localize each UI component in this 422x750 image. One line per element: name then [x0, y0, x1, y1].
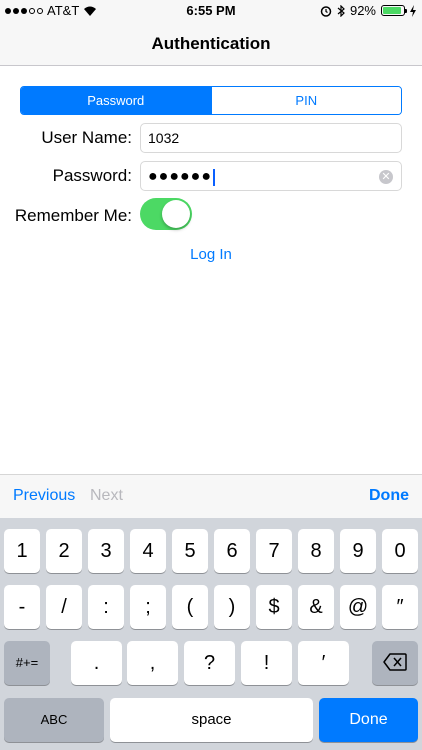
clear-text-icon[interactable]: ✕: [379, 170, 393, 184]
symbols-key[interactable]: #+=: [4, 641, 50, 685]
key-at[interactable]: @: [340, 585, 376, 629]
key-exclamation[interactable]: !: [241, 641, 292, 685]
key-5[interactable]: 5: [172, 529, 208, 573]
auth-mode-segmented-control: Password PIN: [20, 86, 402, 115]
key-close-paren[interactable]: ): [214, 585, 250, 629]
remember-me-label: Remember Me:: [14, 206, 132, 225]
nav-bar: Authentication: [0, 22, 422, 66]
key-open-paren[interactable]: (: [172, 585, 208, 629]
key-6[interactable]: 6: [214, 529, 250, 573]
space-key[interactable]: space: [110, 698, 313, 742]
key-4[interactable]: 4: [130, 529, 166, 573]
charging-bolt-icon: [410, 4, 416, 17]
key-ampersand[interactable]: &: [298, 585, 334, 629]
backspace-key[interactable]: [372, 641, 418, 685]
password-field[interactable]: ●●●●●● ✕: [140, 161, 402, 191]
abc-key[interactable]: ABC: [4, 698, 104, 742]
keyboard-done-key[interactable]: Done: [319, 698, 418, 742]
password-row: Password: ●●●●●● ✕: [0, 161, 422, 191]
key-semicolon[interactable]: ;: [130, 585, 166, 629]
username-field[interactable]: 1032: [140, 123, 402, 153]
previous-button[interactable]: Previous: [13, 487, 75, 505]
segment-pin[interactable]: PIN: [210, 87, 401, 114]
keyboard: 1 2 3 4 5 6 7 8 9 0 - / : ; ( ) $ & @ ″ …: [0, 518, 422, 750]
remember-me-toggle[interactable]: [140, 198, 192, 230]
key-dollar[interactable]: $: [256, 585, 292, 629]
toggle-knob: [162, 200, 190, 228]
segment-password[interactable]: Password: [21, 87, 211, 114]
key-dash[interactable]: -: [4, 585, 40, 629]
status-bar: AT&T 6:55 PM 92%: [0, 0, 422, 22]
text-cursor: [212, 168, 215, 186]
status-right: 92%: [320, 3, 416, 18]
key-comma[interactable]: ,: [127, 641, 178, 685]
username-value: 1032: [148, 130, 180, 146]
key-3[interactable]: 3: [88, 529, 124, 573]
bluetooth-icon: [337, 4, 345, 17]
username-row: User Name: 1032: [0, 123, 422, 153]
key-1[interactable]: 1: [4, 529, 40, 573]
key-2[interactable]: 2: [46, 529, 82, 573]
next-button[interactable]: Next: [90, 487, 123, 505]
key-colon[interactable]: :: [88, 585, 124, 629]
login-button[interactable]: Log In: [0, 246, 422, 263]
password-label: Password:: [52, 166, 132, 185]
key-7[interactable]: 7: [256, 529, 292, 573]
key-0[interactable]: 0: [382, 529, 418, 573]
username-label: User Name:: [41, 128, 132, 147]
page-title: Authentication: [151, 34, 271, 53]
alarm-icon: [320, 5, 332, 17]
keyboard-accessory-bar: Previous Next Done: [0, 474, 422, 518]
key-quote[interactable]: ″: [382, 585, 418, 629]
key-9[interactable]: 9: [340, 529, 376, 573]
key-question[interactable]: ?: [184, 641, 235, 685]
battery-percent: 92%: [349, 3, 376, 18]
accessory-done-button[interactable]: Done: [369, 487, 409, 505]
key-period[interactable]: .: [71, 641, 122, 685]
key-apostrophe[interactable]: ′: [298, 641, 349, 685]
key-8[interactable]: 8: [298, 529, 334, 573]
password-value: ●●●●●●: [148, 168, 212, 185]
battery-icon: [381, 5, 407, 16]
key-slash[interactable]: /: [46, 585, 82, 629]
backspace-icon: [383, 653, 407, 671]
